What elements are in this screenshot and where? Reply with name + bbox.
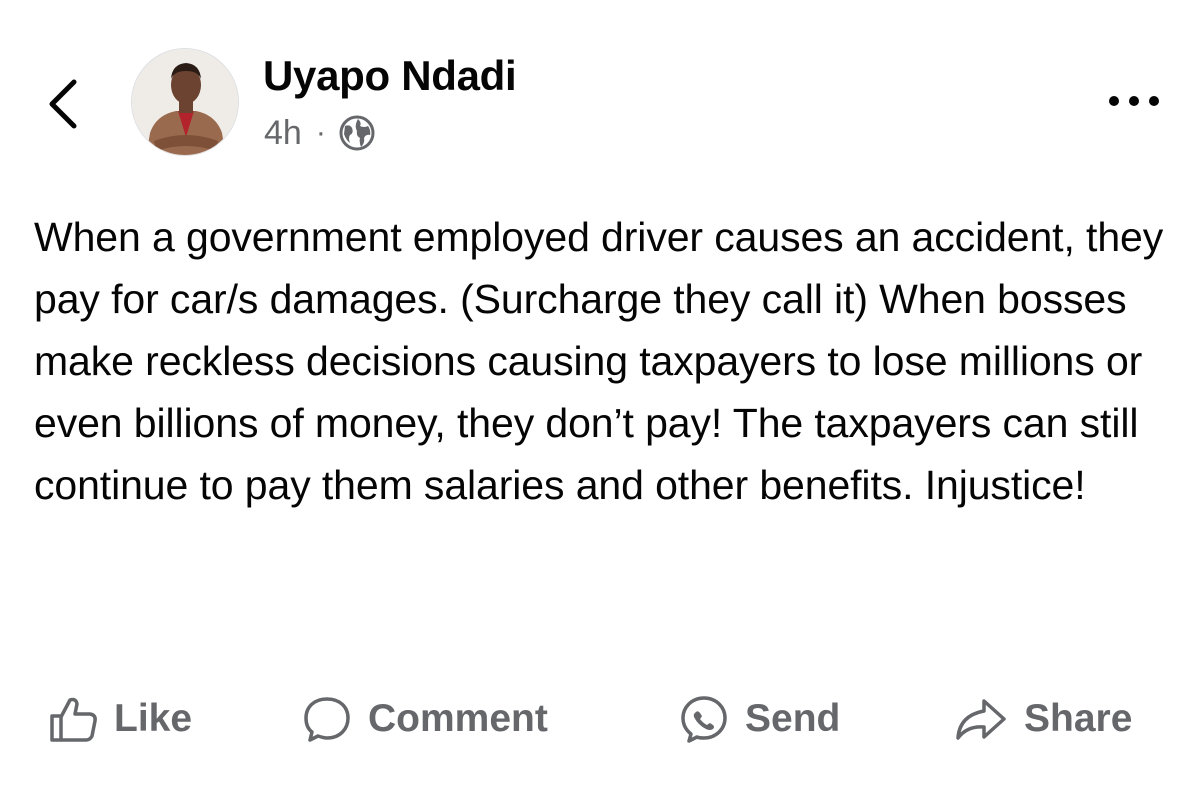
like-button[interactable]: Like xyxy=(46,684,192,754)
post-actions-bar: Like Comment Send Share xyxy=(0,684,1200,754)
back-button[interactable] xyxy=(40,74,88,134)
more-horizontal-icon xyxy=(1109,96,1159,106)
share-label: Share xyxy=(1024,697,1133,740)
thumbs-up-icon xyxy=(50,697,97,742)
more-options-button[interactable] xyxy=(1104,86,1164,116)
comment-bubble-icon xyxy=(304,697,350,742)
send-button[interactable]: Send xyxy=(677,684,840,754)
globe-icon[interactable] xyxy=(338,114,376,152)
author-name[interactable]: Uyapo Ndadi xyxy=(263,50,517,102)
post-timestamp[interactable]: 4h xyxy=(264,114,302,153)
chevron-left-icon xyxy=(49,79,77,129)
meta-separator: · xyxy=(315,116,326,149)
post-body-text: When a government employed driver causes… xyxy=(34,214,1164,508)
post-header: Uyapo Ndadi 4h · xyxy=(0,0,1200,180)
author-photo xyxy=(132,49,238,155)
send-label: Send xyxy=(745,697,841,740)
like-label: Like xyxy=(114,697,193,740)
share-button[interactable]: Share xyxy=(952,684,1132,754)
share-arrow-icon xyxy=(956,699,1006,740)
post-meta: 4h · xyxy=(264,108,376,158)
comment-button[interactable]: Comment xyxy=(300,684,548,754)
messenger-icon xyxy=(681,696,727,743)
comment-label: Comment xyxy=(368,697,548,740)
avatar[interactable] xyxy=(131,48,239,156)
